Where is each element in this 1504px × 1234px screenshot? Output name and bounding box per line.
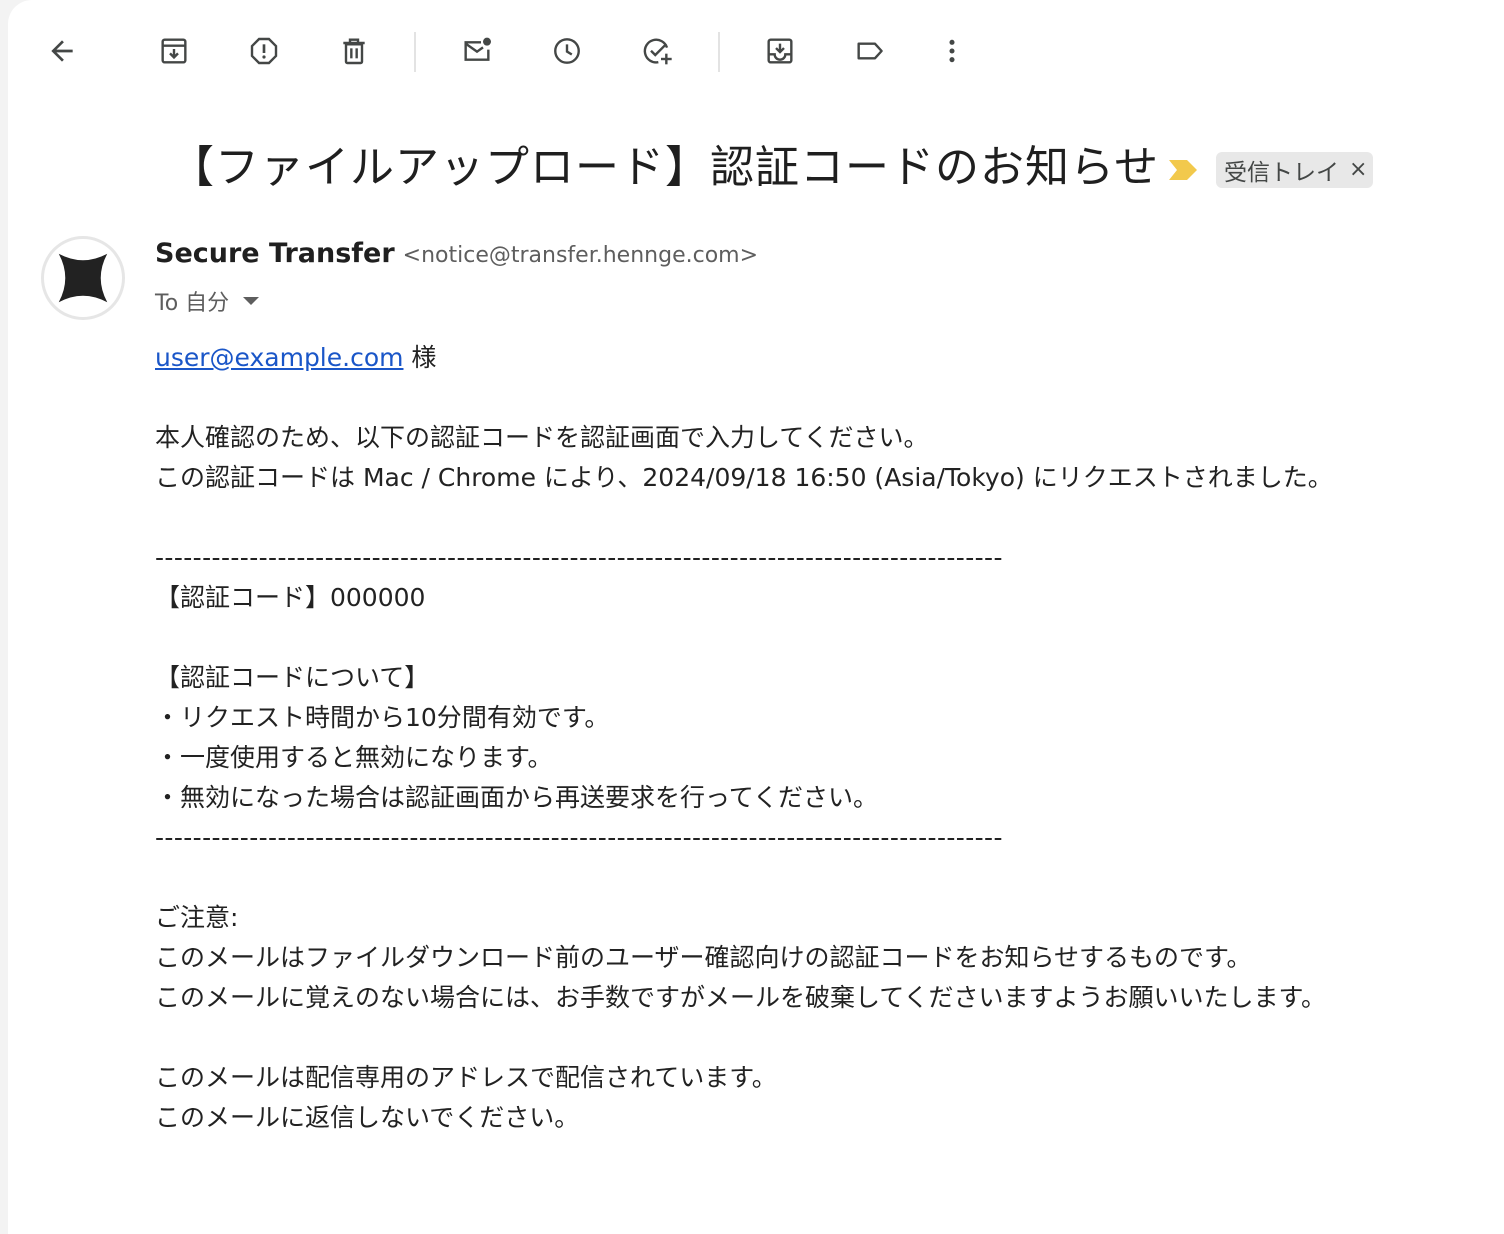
to-label: To 自分 — [155, 291, 230, 316]
trash-icon — [343, 38, 365, 65]
report-icon — [250, 37, 278, 65]
divider-line: ----------------------------------------… — [155, 823, 1003, 852]
delete-button[interactable] — [330, 27, 378, 75]
importance-marker-icon[interactable] — [1168, 158, 1198, 182]
notice-line: このメールに覚えのない場合には、お手数ですがメールを破棄してくださいますようお願… — [155, 983, 1327, 1012]
report-spam-button[interactable] — [240, 27, 288, 75]
message-toolbar — [8, 0, 1504, 104]
notice-heading: ご注意: — [155, 903, 239, 932]
snooze-button[interactable] — [543, 27, 591, 75]
intro-line: 本人確認のため、以下の認証コードを認証画面で入力してください。 — [155, 423, 929, 452]
sender-avatar[interactable] — [41, 236, 125, 320]
label-chip-text: 受信トレイ — [1224, 160, 1339, 186]
greeting-line: user@example.com 様 — [155, 338, 1475, 378]
move-to-button[interactable] — [756, 27, 804, 75]
divider-line: ----------------------------------------… — [155, 543, 1003, 572]
label-icon — [857, 42, 883, 60]
about-heading: 【認証コードについて】 — [155, 663, 430, 692]
more-button[interactable] — [928, 27, 976, 75]
move-to-inbox-icon — [767, 38, 793, 64]
footer-line: このメールは配信専用のアドレスで配信されています。 — [155, 1063, 777, 1092]
about-item: ・無効になった場合は認証画面から再送要求を行ってください。 — [155, 783, 879, 812]
mail-unread-icon — [464, 37, 491, 61]
recipient-details-toggle[interactable]: To 自分 — [155, 284, 260, 318]
toolbar-divider — [718, 32, 720, 72]
notice-line: このメールはファイルダウンロード前のユーザー確認向けの認証コードをお知らせするも… — [155, 943, 1252, 972]
sender-line: Secure Transfer <notice@transfer.hennge.… — [155, 238, 758, 278]
sender-name[interactable]: Secure Transfer — [155, 238, 395, 269]
chevron-down-icon — [243, 297, 260, 305]
email-subject: 【ファイルアップロード】認証コードのお知らせ — [170, 142, 1160, 193]
about-item: ・リクエスト時間から10分間有効です。 — [155, 703, 610, 732]
recipient-honorific: 様 — [403, 343, 437, 372]
add-to-tasks-button[interactable] — [633, 27, 681, 75]
archive-icon — [161, 38, 187, 64]
email-view: 【ファイルアップロード】認証コードのお知らせ 受信トレイ × Secure Tr… — [8, 0, 1504, 1234]
footer-line: このメールに返信しないでください。 — [155, 1103, 580, 1132]
task-add-icon — [643, 38, 672, 65]
archive-button[interactable] — [150, 27, 198, 75]
recipient-email-link[interactable]: user@example.com — [155, 343, 403, 372]
toolbar-divider — [414, 32, 416, 72]
about-item: ・一度使用すると無効になります。 — [155, 743, 553, 772]
intro-line: この認証コードは Mac / Chrome により、2024/09/18 16:… — [155, 463, 1333, 492]
more-vert-icon — [949, 39, 955, 63]
clock-icon — [554, 38, 580, 64]
verification-code-line: 【認証コード】000000 — [155, 583, 426, 612]
sender-logo-icon — [58, 253, 108, 303]
inbox-label-chip: 受信トレイ × — [1216, 152, 1374, 188]
sender-email: <notice@transfer.hennge.com> — [402, 243, 759, 268]
arrow-left-icon — [51, 40, 73, 62]
labels-button[interactable] — [846, 27, 894, 75]
mark-unread-button[interactable] — [453, 27, 501, 75]
back-button[interactable] — [38, 27, 86, 75]
email-body: user@example.com 様 本人確認のため、以下の認証コードを認証画面… — [155, 338, 1475, 1138]
remove-label-button[interactable]: × — [1349, 159, 1367, 181]
subject-row: 【ファイルアップロード】認証コードのお知らせ 受信トレイ × — [8, 136, 1504, 204]
